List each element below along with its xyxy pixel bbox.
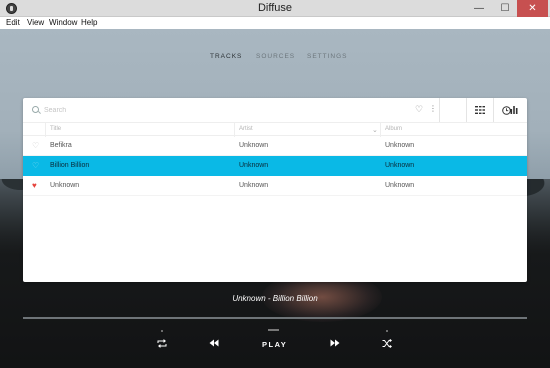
now-playing-label: Unknown - Billion Billion [232,294,318,303]
search-input[interactable] [44,104,404,116]
main-nav: TRACKS SOURCES SETTINGS [0,53,550,63]
volume-handle[interactable] [268,329,279,331]
grid-icon[interactable] [466,98,493,122]
track-title: Befikra [50,142,72,149]
search-icon [32,106,39,113]
tab-sources[interactable]: SOURCES [256,53,295,60]
progress-bar[interactable] [23,317,527,319]
toolbar-divider [466,98,467,122]
menu-bar: Edit View Window Help [0,17,550,29]
heart-filled-icon[interactable]: ♥ [32,181,37,190]
column-divider [234,123,235,137]
chevron-down-icon[interactable]: ⌄ [372,126,378,134]
rewind-icon[interactable] [209,339,219,349]
column-divider [45,123,46,137]
menu-window[interactable]: Window [49,18,77,27]
tab-settings[interactable]: SETTINGS [307,53,348,60]
track-list: ♡ Befikra Unknown Unknown ♡ Billion Bill… [23,136,527,196]
menu-help[interactable]: Help [81,18,97,27]
minimize-button[interactable]: — [466,0,492,17]
toolbar-divider [439,98,440,122]
repeat-icon[interactable] [157,339,167,350]
column-album[interactable]: Album [385,126,402,132]
track-album: Unknown [385,162,415,169]
track-artist: Unknown [239,182,269,189]
table-row[interactable]: ♡ Billion Billion Unknown Unknown [23,156,527,176]
window-titlebar: Diffuse — ☐ ✕ [0,0,550,17]
shuffle-icon[interactable] [382,338,393,350]
fast-forward-icon[interactable] [330,339,340,349]
repeat-indicator-dot [161,330,163,332]
tab-tracks[interactable]: TRACKS [210,53,242,60]
track-title: Billion Billion [50,162,90,169]
track-album: Unknown [385,142,415,149]
heart-outline-icon[interactable]: ♡ [415,105,423,114]
heart-outline-icon[interactable]: ♡ [32,161,39,170]
track-title: Unknown [50,182,80,189]
heart-outline-icon[interactable]: ♡ [32,141,39,150]
shuffle-indicator-dot [386,330,388,332]
play-button[interactable]: PLAY [262,340,287,349]
app-content: TRACKS SOURCES SETTINGS ♡ ⋮ Title [0,29,550,368]
bar-chart-icon[interactable] [500,98,527,122]
tracks-panel: ♡ ⋮ Title Artist ⌄ Album [23,98,527,282]
track-artist: Unknown [239,162,269,169]
more-vertical-icon[interactable]: ⋮ [429,104,437,113]
toolbar-divider [493,98,494,122]
column-divider [380,123,381,137]
column-artist[interactable]: Artist [239,126,253,132]
menu-edit[interactable]: Edit [6,18,20,27]
column-title[interactable]: Title [50,126,61,132]
search-bar: ♡ ⋮ [23,98,527,122]
table-header: Title Artist ⌄ Album [23,122,527,137]
table-row[interactable]: ♡ Befikra Unknown Unknown [23,136,527,156]
menu-view[interactable]: View [27,18,44,27]
maximize-button[interactable]: ☐ [492,0,518,17]
close-button[interactable]: ✕ [517,0,548,17]
table-row[interactable]: ♥ Unknown Unknown Unknown [23,176,527,196]
track-artist: Unknown [239,142,269,149]
track-album: Unknown [385,182,415,189]
